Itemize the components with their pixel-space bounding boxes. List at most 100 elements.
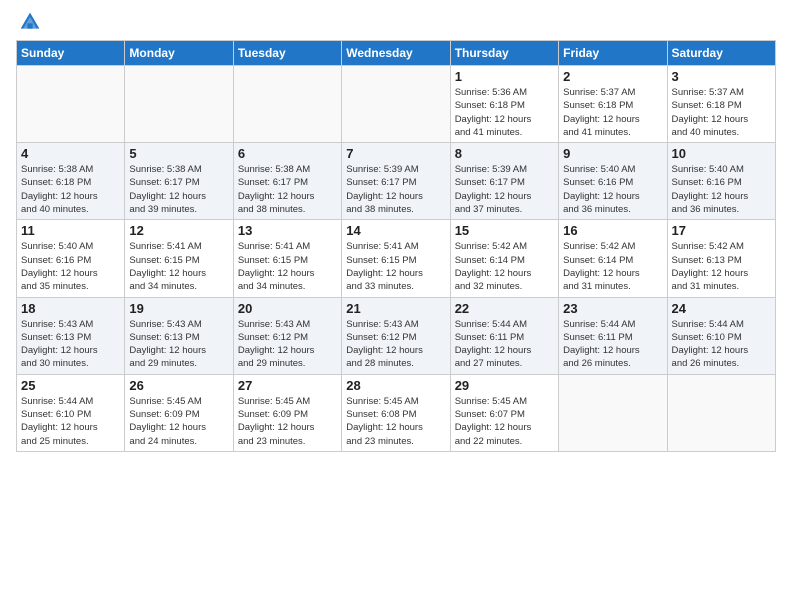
day-number: 11: [21, 223, 120, 238]
logo: [16, 10, 44, 34]
calendar: SundayMondayTuesdayWednesdayThursdayFrid…: [16, 40, 776, 452]
day-info: Sunrise: 5:44 AM Sunset: 6:11 PM Dayligh…: [563, 318, 662, 371]
day-info: Sunrise: 5:44 AM Sunset: 6:10 PM Dayligh…: [21, 395, 120, 448]
weekday-monday: Monday: [125, 41, 233, 66]
day-info: Sunrise: 5:41 AM Sunset: 6:15 PM Dayligh…: [129, 240, 228, 293]
calendar-cell: 8 Sunrise: 5:39 AM Sunset: 6:17 PM Daylig…: [450, 143, 558, 220]
week-row-4: 18 Sunrise: 5:43 AM Sunset: 6:13 PM Dayli…: [17, 297, 776, 374]
calendar-cell: 1 Sunrise: 5:36 AM Sunset: 6:18 PM Daylig…: [450, 66, 558, 143]
day-info: Sunrise: 5:40 AM Sunset: 6:16 PM Dayligh…: [21, 240, 120, 293]
day-number: 13: [238, 223, 337, 238]
week-row-5: 25 Sunrise: 5:44 AM Sunset: 6:10 PM Dayli…: [17, 374, 776, 451]
calendar-cell: 14Sunrise: 5:41 AM Sunset: 6:15 PM Dayli…: [342, 220, 450, 297]
calendar-cell: [125, 66, 233, 143]
week-row-1: 1 Sunrise: 5:36 AM Sunset: 6:18 PM Daylig…: [17, 66, 776, 143]
day-info: Sunrise: 5:45 AM Sunset: 6:07 PM Dayligh…: [455, 395, 554, 448]
calendar-cell: 27 Sunrise: 5:45 AM Sunset: 6:09 PM Dayli…: [233, 374, 341, 451]
day-info: Sunrise: 5:37 AM Sunset: 6:18 PM Dayligh…: [563, 86, 662, 139]
calendar-cell: 5 Sunrise: 5:38 AM Sunset: 6:17 PM Daylig…: [125, 143, 233, 220]
day-info: Sunrise: 5:41 AM Sunset: 6:15 PM Dayligh…: [238, 240, 337, 293]
calendar-cell: 25 Sunrise: 5:44 AM Sunset: 6:10 PM Dayli…: [17, 374, 125, 451]
weekday-friday: Friday: [559, 41, 667, 66]
day-number: 12: [129, 223, 228, 238]
day-info: Sunrise: 5:43 AM Sunset: 6:13 PM Dayligh…: [21, 318, 120, 371]
day-number: 25: [21, 378, 120, 393]
calendar-cell: 21 Sunrise: 5:43 AM Sunset: 6:12 PM Dayli…: [342, 297, 450, 374]
day-number: 10: [672, 146, 771, 161]
day-number: 22: [455, 301, 554, 316]
day-number: 18: [21, 301, 120, 316]
calendar-cell: 7 Sunrise: 5:39 AM Sunset: 6:17 PM Daylig…: [342, 143, 450, 220]
calendar-cell: [17, 66, 125, 143]
calendar-cell: [342, 66, 450, 143]
calendar-cell: 10 Sunrise: 5:40 AM Sunset: 6:16 PM Dayli…: [667, 143, 775, 220]
day-info: Sunrise: 5:38 AM Sunset: 6:18 PM Dayligh…: [21, 163, 120, 216]
day-number: 5: [129, 146, 228, 161]
day-number: 3: [672, 69, 771, 84]
day-info: Sunrise: 5:38 AM Sunset: 6:17 PM Dayligh…: [238, 163, 337, 216]
day-info: Sunrise: 5:40 AM Sunset: 6:16 PM Dayligh…: [563, 163, 662, 216]
calendar-cell: 15Sunrise: 5:42 AM Sunset: 6:14 PM Dayli…: [450, 220, 558, 297]
day-info: Sunrise: 5:44 AM Sunset: 6:10 PM Dayligh…: [672, 318, 771, 371]
day-number: 28: [346, 378, 445, 393]
day-number: 7: [346, 146, 445, 161]
calendar-cell: 11 Sunrise: 5:40 AM Sunset: 6:16 PM Dayli…: [17, 220, 125, 297]
calendar-cell: 4 Sunrise: 5:38 AM Sunset: 6:18 PM Daylig…: [17, 143, 125, 220]
header: [16, 10, 776, 34]
day-info: Sunrise: 5:44 AM Sunset: 6:11 PM Dayligh…: [455, 318, 554, 371]
day-info: Sunrise: 5:42 AM Sunset: 6:13 PM Dayligh…: [672, 240, 771, 293]
calendar-cell: 18 Sunrise: 5:43 AM Sunset: 6:13 PM Dayli…: [17, 297, 125, 374]
day-number: 29: [455, 378, 554, 393]
day-number: 1: [455, 69, 554, 84]
calendar-cell: 24Sunrise: 5:44 AM Sunset: 6:10 PM Dayli…: [667, 297, 775, 374]
day-info: Sunrise: 5:37 AM Sunset: 6:18 PM Dayligh…: [672, 86, 771, 139]
day-number: 4: [21, 146, 120, 161]
calendar-cell: 20Sunrise: 5:43 AM Sunset: 6:12 PM Dayli…: [233, 297, 341, 374]
calendar-cell: [559, 374, 667, 451]
day-info: Sunrise: 5:42 AM Sunset: 6:14 PM Dayligh…: [563, 240, 662, 293]
day-number: 9: [563, 146, 662, 161]
day-info: Sunrise: 5:38 AM Sunset: 6:17 PM Dayligh…: [129, 163, 228, 216]
calendar-cell: 16 Sunrise: 5:42 AM Sunset: 6:14 PM Dayli…: [559, 220, 667, 297]
day-number: 16: [563, 223, 662, 238]
logo-icon: [18, 10, 42, 34]
calendar-cell: 23 Sunrise: 5:44 AM Sunset: 6:11 PM Dayli…: [559, 297, 667, 374]
weekday-sunday: Sunday: [17, 41, 125, 66]
weekday-tuesday: Tuesday: [233, 41, 341, 66]
day-number: 15: [455, 223, 554, 238]
calendar-cell: 29 Sunrise: 5:45 AM Sunset: 6:07 PM Dayli…: [450, 374, 558, 451]
day-info: Sunrise: 5:43 AM Sunset: 6:12 PM Dayligh…: [238, 318, 337, 371]
day-number: 2: [563, 69, 662, 84]
day-number: 27: [238, 378, 337, 393]
day-number: 14: [346, 223, 445, 238]
calendar-cell: [233, 66, 341, 143]
day-info: Sunrise: 5:45 AM Sunset: 6:09 PM Dayligh…: [238, 395, 337, 448]
weekday-wednesday: Wednesday: [342, 41, 450, 66]
calendar-cell: 2 Sunrise: 5:37 AM Sunset: 6:18 PM Daylig…: [559, 66, 667, 143]
calendar-cell: 19Sunrise: 5:43 AM Sunset: 6:13 PM Dayli…: [125, 297, 233, 374]
day-info: Sunrise: 5:45 AM Sunset: 6:09 PM Dayligh…: [129, 395, 228, 448]
day-number: 23: [563, 301, 662, 316]
calendar-cell: 28Sunrise: 5:45 AM Sunset: 6:08 PM Dayli…: [342, 374, 450, 451]
day-info: Sunrise: 5:40 AM Sunset: 6:16 PM Dayligh…: [672, 163, 771, 216]
day-info: Sunrise: 5:39 AM Sunset: 6:17 PM Dayligh…: [455, 163, 554, 216]
day-number: 8: [455, 146, 554, 161]
weekday-saturday: Saturday: [667, 41, 775, 66]
day-number: 6: [238, 146, 337, 161]
calendar-cell: [667, 374, 775, 451]
day-number: 17: [672, 223, 771, 238]
page: SundayMondayTuesdayWednesdayThursdayFrid…: [0, 0, 792, 612]
calendar-cell: 3 Sunrise: 5:37 AM Sunset: 6:18 PM Daylig…: [667, 66, 775, 143]
day-info: Sunrise: 5:39 AM Sunset: 6:17 PM Dayligh…: [346, 163, 445, 216]
day-number: 26: [129, 378, 228, 393]
day-info: Sunrise: 5:36 AM Sunset: 6:18 PM Dayligh…: [455, 86, 554, 139]
calendar-cell: 22 Sunrise: 5:44 AM Sunset: 6:11 PM Dayli…: [450, 297, 558, 374]
calendar-cell: 13 Sunrise: 5:41 AM Sunset: 6:15 PM Dayli…: [233, 220, 341, 297]
day-number: 21: [346, 301, 445, 316]
calendar-cell: 17 Sunrise: 5:42 AM Sunset: 6:13 PM Dayli…: [667, 220, 775, 297]
day-info: Sunrise: 5:43 AM Sunset: 6:12 PM Dayligh…: [346, 318, 445, 371]
weekday-header-row: SundayMondayTuesdayWednesdayThursdayFrid…: [17, 41, 776, 66]
calendar-cell: 9 Sunrise: 5:40 AM Sunset: 6:16 PM Daylig…: [559, 143, 667, 220]
week-row-3: 11 Sunrise: 5:40 AM Sunset: 6:16 PM Dayli…: [17, 220, 776, 297]
day-info: Sunrise: 5:43 AM Sunset: 6:13 PM Dayligh…: [129, 318, 228, 371]
